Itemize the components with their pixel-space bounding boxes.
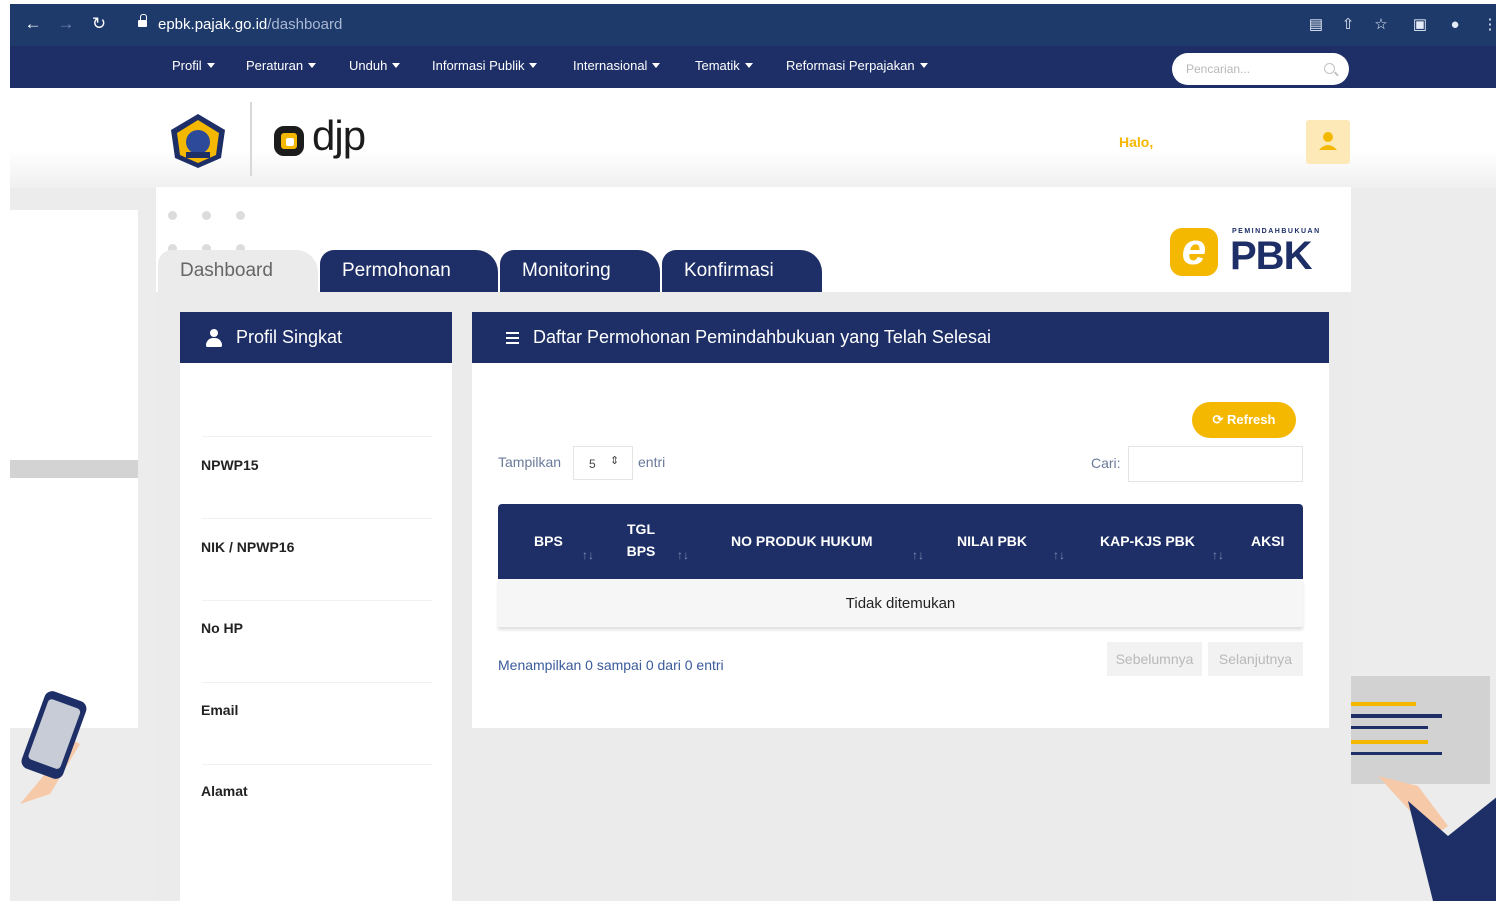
refresh-button[interactable]: ⟳ Refresh (1192, 402, 1296, 438)
sort-arrows-icon[interactable]: ↑↓ (912, 548, 924, 562)
label-npwp15: NPWP15 (201, 457, 259, 473)
epbk-logo: e PEMINDAHBUKUAN PBK (1168, 222, 1333, 278)
share-icon[interactable]: ⇧ (1338, 15, 1358, 35)
search-icon (1324, 63, 1335, 74)
completed-requests-panel: Daftar Permohonan Pemindahbukuan yang Te… (472, 312, 1329, 728)
djp-mark-icon (274, 126, 304, 156)
caret-down-icon (206, 63, 215, 68)
table-header-row: BPS ↑↓ TGL BPS ↑↓ NO PRODUK HUKUM ↑↓ NILA… (498, 504, 1303, 579)
decor-dot (236, 211, 245, 220)
sort-arrows-icon[interactable]: ↑↓ (582, 548, 594, 562)
epbk-e-icon: e (1170, 228, 1218, 276)
field-divider (202, 518, 432, 519)
col-nilai-pbk[interactable]: NILAI PBK (957, 530, 1027, 552)
label-no-hp: No HP (201, 620, 243, 636)
user-icon (206, 329, 222, 347)
refresh-label: Refresh (1227, 412, 1276, 427)
phone-illustration (20, 691, 87, 804)
profile-icon[interactable]: ● (1445, 15, 1465, 35)
table-search-input[interactable] (1128, 446, 1303, 482)
table-info: Menampilkan 0 sampai 0 dari 0 entri (498, 657, 724, 673)
menu-tematik[interactable]: Tematik (695, 58, 753, 73)
user-icon (1319, 132, 1337, 150)
translate-icon[interactable]: ▤ (1306, 15, 1326, 35)
forward-arrow-icon[interactable]: → (55, 13, 77, 35)
back-arrow-icon[interactable]: ← (22, 13, 44, 35)
sort-arrows-icon[interactable]: ↑↓ (1053, 548, 1065, 562)
empty-message: Tidak ditemukan (845, 595, 956, 612)
user-avatar-button[interactable] (1306, 120, 1350, 164)
list-icon (506, 332, 519, 344)
decor-dot (202, 211, 211, 220)
next-page-button[interactable]: Selanjutnya (1208, 642, 1303, 676)
previous-page-button[interactable]: Sebelumnya (1107, 642, 1202, 676)
list-panel-title: Daftar Permohonan Pemindahbukuan yang Te… (533, 327, 991, 347)
col-tgl-bps[interactable]: TGL BPS (626, 518, 656, 562)
djp-logo[interactable]: djp (272, 112, 372, 164)
tab-monitoring[interactable]: Monitoring (500, 250, 660, 292)
updown-arrows-icon: ⇕ (610, 455, 620, 467)
sort-arrows-icon[interactable]: ↑↓ (1212, 548, 1224, 562)
browser-menu-icon[interactable]: ⋮ (1480, 15, 1496, 35)
table-search-label: Cari: (1091, 455, 1121, 471)
lock-icon (138, 14, 147, 28)
list-panel-header: Daftar Permohonan Pemindahbukuan yang Te… (472, 312, 1329, 363)
background-panel (10, 210, 138, 460)
show-entries-label: Tampilkan (498, 454, 562, 470)
menu-unduh[interactable]: Unduh (349, 58, 401, 73)
url-text: epbk.pajak.go.id/dashboard (158, 16, 343, 33)
decor-dot (168, 211, 177, 220)
header-divider (250, 102, 252, 176)
greeting-text: Halo, (1119, 134, 1154, 150)
tab-dashboard[interactable]: Dashboard (158, 250, 318, 292)
menu-reformasi-perpajakan[interactable]: Reformasi Perpajakan (786, 58, 928, 73)
bookmark-star-icon[interactable]: ☆ (1371, 15, 1391, 35)
tab-konfirmasi[interactable]: Konfirmasi (662, 250, 822, 292)
profile-panel: Profil Singkat NPWP15 NIK / NPWP16 No HP… (180, 312, 452, 901)
tab-permohonan[interactable]: Permohonan (320, 250, 498, 292)
col-no-produk-hukum[interactable]: NO PRODUK HUKUM (731, 530, 873, 552)
pbk-text: PBK (1230, 234, 1312, 278)
background-strip (10, 460, 138, 478)
caret-down-icon (392, 63, 401, 68)
site-search-input[interactable]: Pencarian... (1172, 53, 1349, 85)
browser-toolbar: ← → ↻ epbk.pajak.go.id/dashboard ▤ ⇧ ☆ ▣… (10, 4, 1496, 46)
caret-down-icon (652, 63, 661, 68)
site-header: djp Halo, (10, 88, 1496, 188)
field-divider (202, 764, 432, 765)
caret-down-icon (308, 63, 317, 68)
kemenkeu-emblem-icon (171, 114, 225, 168)
reload-icon[interactable]: ↻ (88, 13, 110, 35)
menu-informasi-publik[interactable]: Informasi Publik (432, 58, 538, 73)
profile-panel-title: Profil Singkat (236, 327, 343, 347)
table-empty-row: Tidak ditemukan (498, 579, 1303, 627)
profile-panel-header: Profil Singkat (180, 312, 452, 363)
field-divider (202, 436, 432, 437)
field-divider (202, 682, 432, 683)
menu-profil[interactable]: Profil (172, 58, 215, 73)
page-size-value: 5 (589, 457, 596, 471)
col-bps[interactable]: BPS (534, 530, 563, 552)
label-nik-npwp16: NIK / NPWP16 (201, 539, 295, 555)
menu-internasional[interactable]: Internasional (573, 58, 661, 73)
entries-label: entri (638, 454, 666, 470)
caret-down-icon (919, 63, 928, 68)
djp-logo-text: djp (312, 112, 366, 159)
col-aksi: AKSI (1251, 533, 1285, 549)
address-bar[interactable]: epbk.pajak.go.id/dashboard (128, 12, 1298, 38)
field-divider (202, 600, 432, 601)
label-alamat: Alamat (201, 783, 248, 799)
document-illustration (1348, 676, 1496, 901)
label-email: Email (201, 702, 239, 718)
page-size-select[interactable]: 5 ⇕ (573, 446, 633, 480)
col-kap-kjs-pbk[interactable]: KAP-KJS PBK (1100, 530, 1195, 552)
caret-down-icon (529, 63, 538, 68)
browser-window: ← → ↻ epbk.pajak.go.id/dashboard ▤ ⇧ ☆ ▣… (10, 4, 1496, 901)
menu-peraturan[interactable]: Peraturan (246, 58, 317, 73)
caret-down-icon (744, 63, 753, 68)
sidebar-toggle-icon[interactable]: ▣ (1410, 15, 1430, 35)
sort-arrows-icon[interactable]: ↑↓ (677, 548, 689, 562)
refresh-icon: ⟳ (1212, 412, 1224, 427)
